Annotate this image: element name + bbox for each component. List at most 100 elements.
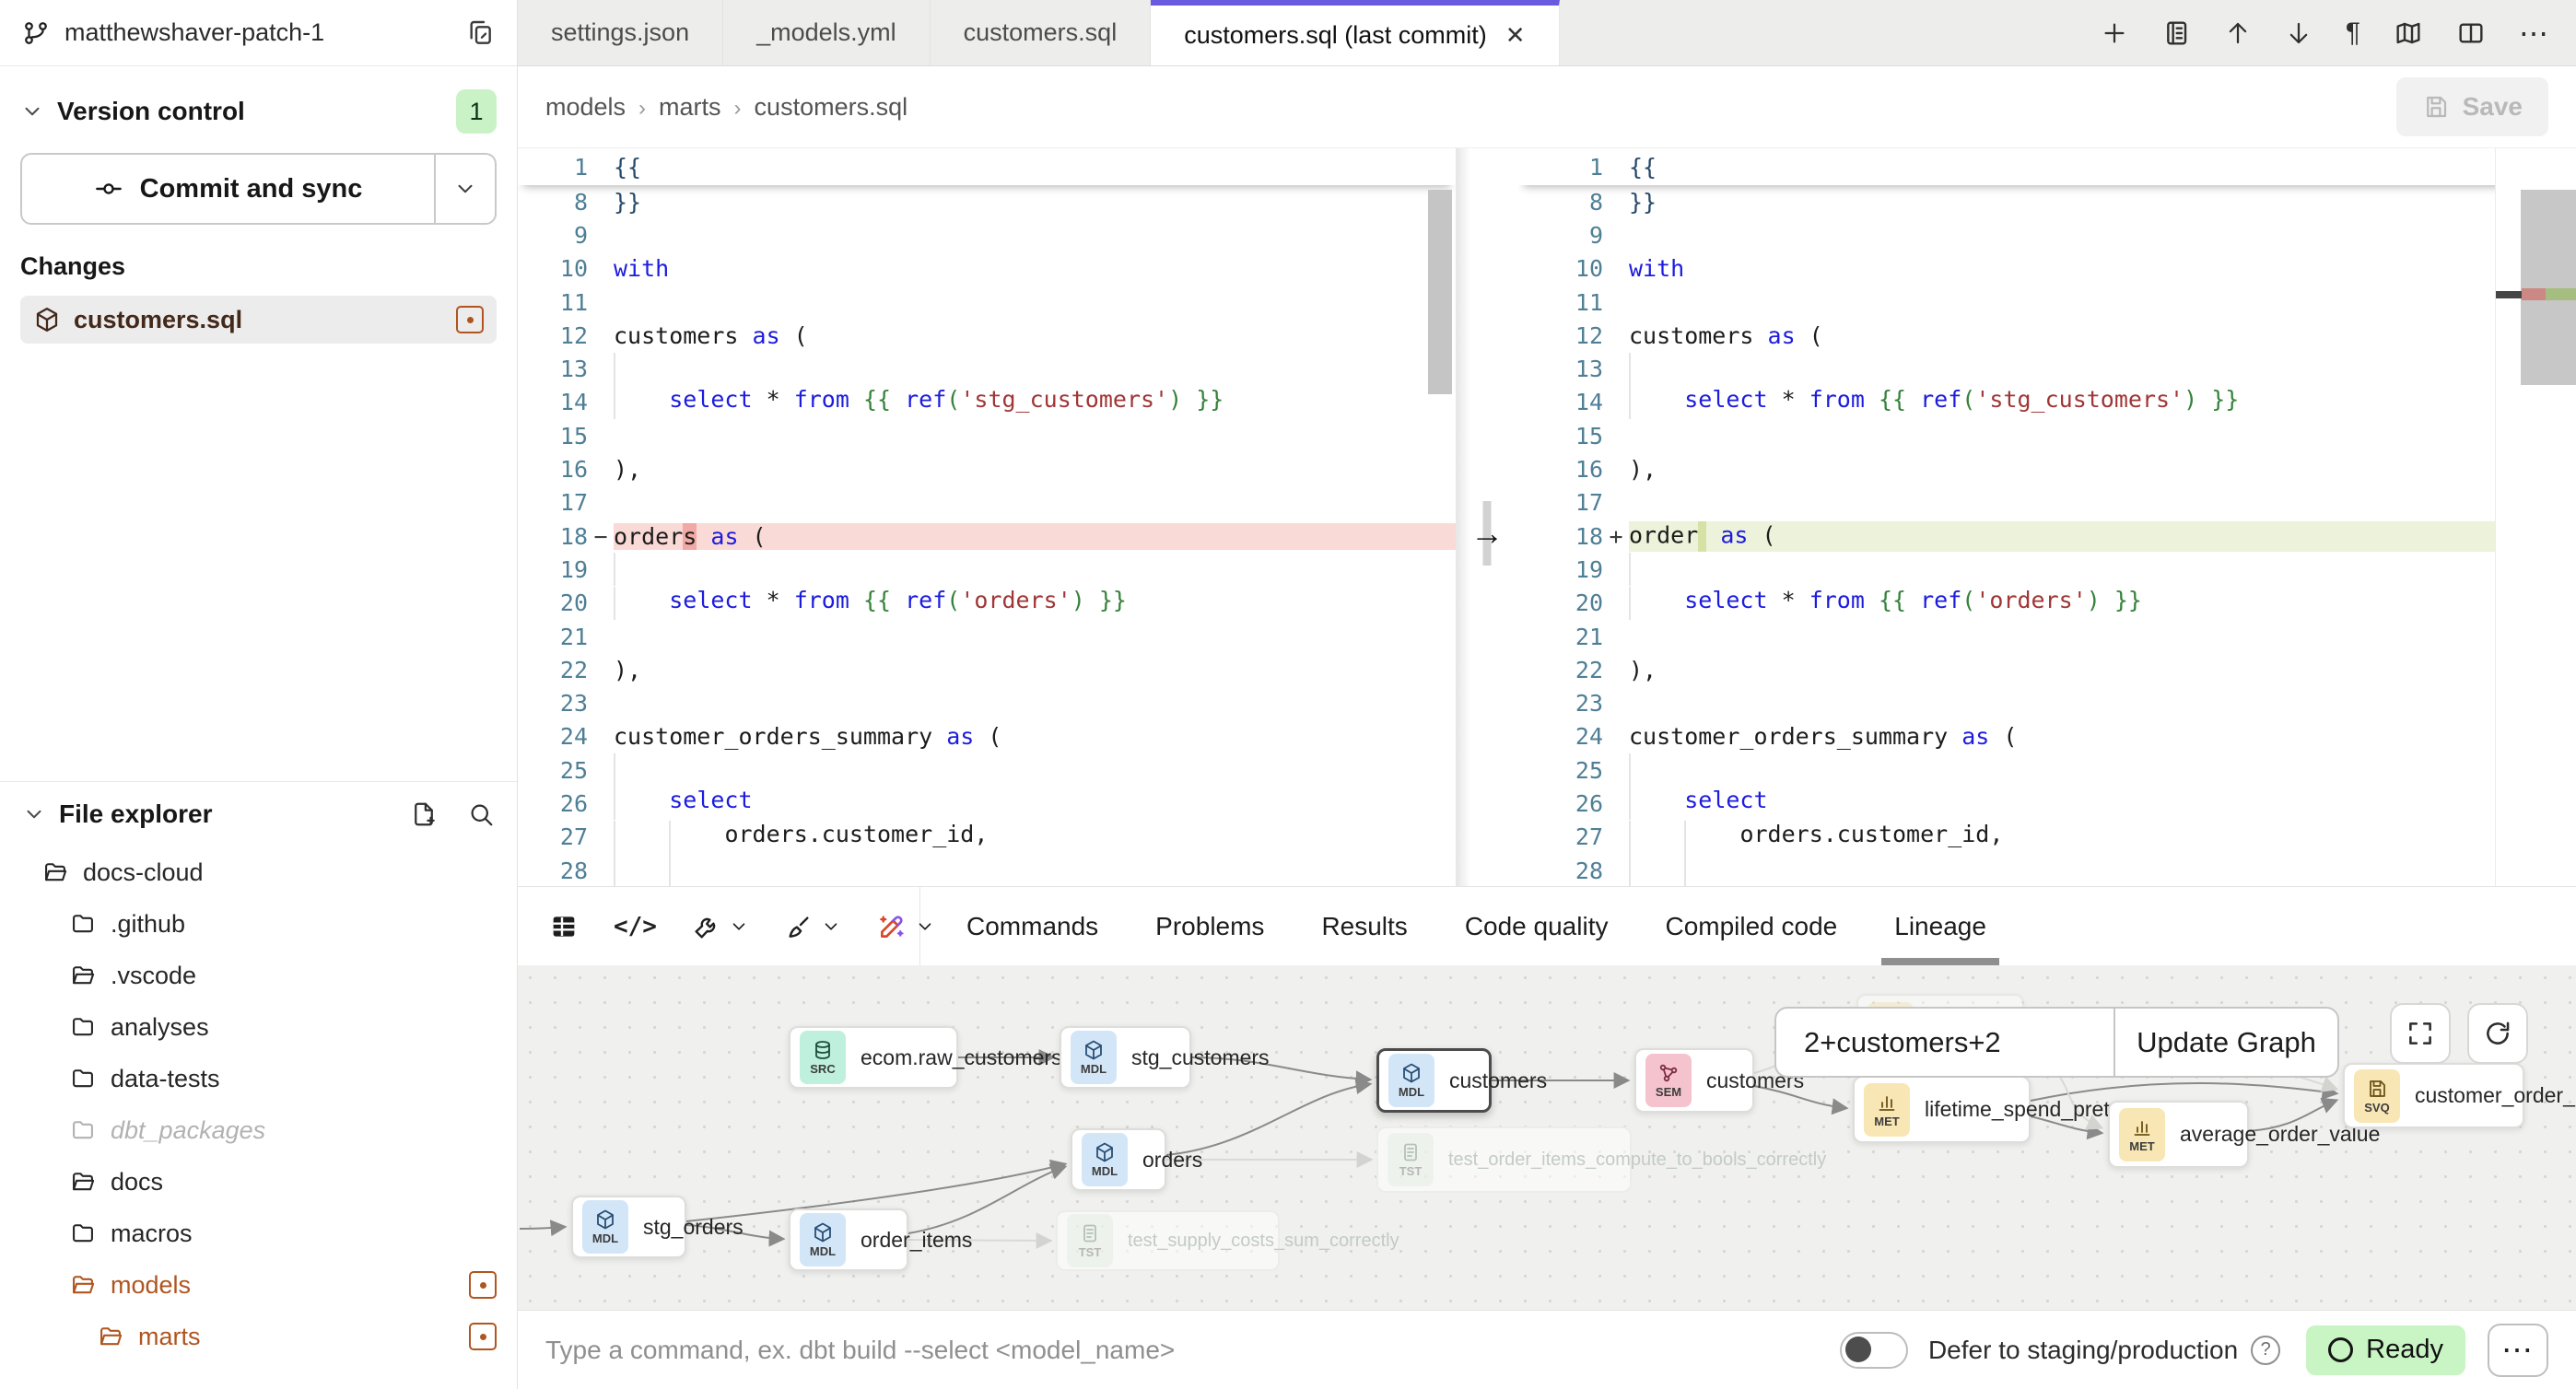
new-file-icon[interactable] <box>410 800 438 828</box>
code-line[interactable]: 20 select * from {{ ref('orders') }} <box>518 587 1456 620</box>
panel-tab-Problems[interactable]: Problems <box>1155 887 1264 965</box>
code-line[interactable]: 13 <box>1518 352 2576 385</box>
lineage-node-customers-model[interactable]: MDL customers <box>1376 1048 1492 1113</box>
file-explorer-item-marts[interactable]: marts <box>0 1311 517 1362</box>
code-line[interactable]: 10 with <box>518 252 1456 286</box>
code-line[interactable]: 17 <box>1518 486 2576 519</box>
code-line[interactable]: 22 ), <box>518 653 1456 686</box>
code-line[interactable]: 15 <box>518 419 1456 452</box>
lineage-selector-input[interactable]: 2+customers+2 <box>1776 1009 2113 1076</box>
panel-tab-Results[interactable]: Results <box>1321 887 1407 965</box>
arrow-down-icon[interactable] <box>2285 19 2313 47</box>
tab-_models.yml[interactable]: _models.yml <box>723 0 931 65</box>
chevron-down-icon[interactable] <box>22 802 46 826</box>
code-line[interactable]: 8 }} <box>1518 185 2576 218</box>
breadcrumb-segment[interactable]: models <box>545 93 626 121</box>
code-line[interactable]: 25 <box>518 753 1456 787</box>
code-view-icon[interactable]: </> <box>614 913 657 940</box>
build-tools-button[interactable] <box>692 912 749 941</box>
changed-file-item[interactable]: customers.sql <box>20 296 497 344</box>
search-icon[interactable] <box>467 800 495 828</box>
arrow-up-icon[interactable] <box>2224 19 2252 47</box>
code-line[interactable]: 15 <box>1518 419 2576 452</box>
code-line[interactable]: 16 ), <box>1518 452 2576 485</box>
code-line[interactable]: 12 customers as ( <box>518 319 1456 352</box>
code-line[interactable]: 19 <box>518 553 1456 586</box>
code-line[interactable]: 9 <box>1518 218 2576 251</box>
map-icon[interactable] <box>2394 18 2423 48</box>
panel-tab-Commands[interactable]: Commands <box>966 887 1098 965</box>
duplicate-icon[interactable] <box>465 18 495 48</box>
commit-and-sync-button[interactable]: Commit and sync <box>20 153 497 225</box>
chevron-down-icon[interactable] <box>20 99 44 123</box>
file-explorer-item-docs-cloud[interactable]: docs-cloud <box>0 846 517 898</box>
code-line[interactable]: 12 customers as ( <box>1518 319 2576 352</box>
plus-icon[interactable] <box>2101 19 2128 47</box>
diff-pane-modified[interactable]: 1 {{ 8 }} 9 10 with 11 12 customers as (… <box>1518 148 2576 886</box>
editor-scrollbar[interactable] <box>1428 148 1454 886</box>
code-line[interactable]: 16 ), <box>518 452 1456 485</box>
code-line[interactable]: 1 {{ <box>1518 148 2576 185</box>
update-graph-button[interactable]: Update Graph <box>2113 1009 2337 1076</box>
code-line[interactable]: 24 customer_orders_summary as ( <box>1518 720 2576 753</box>
code-line[interactable]: 27 orders.customer_id, <box>1518 821 2576 854</box>
file-explorer-item-analyses[interactable]: analyses <box>0 1001 517 1053</box>
file-explorer-item-dbt_packages[interactable]: dbt_packages <box>0 1104 517 1156</box>
revert-change-arrow-icon[interactable]: → <box>1470 514 1504 553</box>
panel-tab-Compiled code[interactable]: Compiled code <box>1665 887 1837 965</box>
breadcrumb-segment[interactable]: customers.sql <box>755 93 908 121</box>
code-line[interactable]: 24 customer_orders_summary as ( <box>518 720 1456 753</box>
pilcrow-icon[interactable]: ¶ <box>2346 18 2360 49</box>
results-table-icon[interactable] <box>549 912 579 941</box>
panel-tab-Lineage[interactable]: Lineage <box>1894 887 1986 965</box>
file-explorer-item-models[interactable]: models <box>0 1259 517 1311</box>
code-line[interactable]: 28 <box>518 854 1456 886</box>
tab-settings.json[interactable]: settings.json <box>518 0 723 65</box>
command-input[interactable]: Type a command, ex. dbt build --select <… <box>545 1336 1840 1365</box>
diff-overview-ruler[interactable] <box>2495 148 2576 886</box>
code-line[interactable]: 25 <box>1518 753 2576 787</box>
notebook-icon[interactable] <box>2161 18 2191 48</box>
code-line[interactable]: 28 <box>1518 854 2576 886</box>
code-line[interactable]: 21 <box>518 620 1456 653</box>
code-line[interactable]: 18 − orders as ( <box>518 519 1456 553</box>
commit-options-dropdown[interactable] <box>434 155 495 223</box>
code-line[interactable]: 21 <box>1518 620 2576 653</box>
format-button[interactable] <box>784 912 841 941</box>
code-line[interactable]: 27 orders.customer_id, <box>518 821 1456 854</box>
lineage-node-order-items[interactable]: MDL order_items <box>789 1208 908 1271</box>
defer-toggle[interactable] <box>1840 1332 1908 1369</box>
split-icon[interactable] <box>2456 18 2486 48</box>
lineage-node-stg-customers[interactable]: MDL stg_customers <box>1060 1026 1191 1089</box>
ellipsis-icon[interactable]: ⋯ <box>2519 16 2548 51</box>
code-line[interactable]: 22 ), <box>1518 653 2576 686</box>
code-line[interactable]: 11 <box>1518 286 2576 319</box>
lineage-node-lifetime-spend-pretax[interactable]: MET lifetime_spend_pretax <box>1853 1076 2031 1143</box>
code-line[interactable]: 8 }} <box>518 185 1456 218</box>
code-line[interactable]: 17 <box>518 486 1456 519</box>
file-explorer-item-docs[interactable]: docs <box>0 1156 517 1208</box>
lineage-canvas[interactable]: SRC ecom.raw_customers MDL stg_customers… <box>518 965 2576 1310</box>
lineage-node-test-supply-costs[interactable]: TST test_supply_costs_sum_correctly <box>1056 1210 1280 1271</box>
help-icon[interactable]: ? <box>2251 1336 2280 1365</box>
lineage-node-stg-orders[interactable]: MDL stg_orders <box>571 1196 686 1258</box>
code-line[interactable]: 26 select <box>1518 787 2576 820</box>
code-line[interactable]: 9 <box>518 218 1456 251</box>
file-explorer-item-.github[interactable]: .github <box>0 898 517 950</box>
code-line[interactable]: 11 <box>518 286 1456 319</box>
code-line[interactable]: 14 select * from {{ ref('stg_customers')… <box>1518 386 2576 419</box>
lineage-node-customers-semantic[interactable]: SEM customers <box>1634 1048 1754 1113</box>
lineage-node-orders-model[interactable]: MDL orders <box>1071 1128 1166 1191</box>
code-line[interactable]: 19 <box>1518 553 2576 586</box>
save-button[interactable]: Save <box>2396 77 2548 136</box>
code-line[interactable]: 26 select <box>518 787 1456 820</box>
file-explorer-item-.vscode[interactable]: .vscode <box>0 950 517 1001</box>
more-options-button[interactable]: ⋯ <box>2488 1324 2548 1377</box>
fullscreen-button[interactable] <box>2390 1003 2451 1064</box>
diff-pane-original[interactable]: 1 {{ 8 }} 9 10 with 11 12 customers as (… <box>518 148 1456 886</box>
refresh-graph-button[interactable] <box>2467 1003 2528 1064</box>
code-line[interactable]: 20 select * from {{ ref('orders') }} <box>1518 587 2576 620</box>
lineage-node-test-order-items[interactable]: TST test_order_items_compute_to_bools_co… <box>1376 1126 1632 1193</box>
lineage-node-customer-order-metrics[interactable]: SVQ customer_order_metrics <box>2343 1063 2524 1128</box>
breadcrumb-segment[interactable]: marts <box>659 93 721 121</box>
